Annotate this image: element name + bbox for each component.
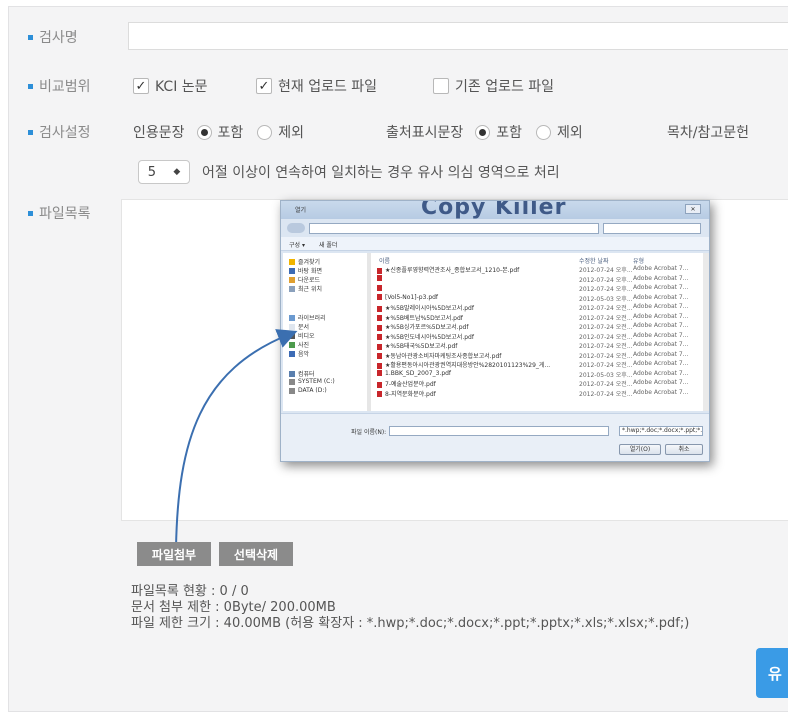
file-row: ★%5B베트남%5D보고서.pdf 2012-07-24 오전... Adobe A… (377, 313, 703, 322)
nav-item: 비디오 (289, 331, 315, 340)
file-row: 7-예술산업분야.pdf 2012-07-24 오전... Adobe Acroba… (377, 379, 703, 388)
file-list-scrollbar (703, 253, 709, 411)
document-icon (289, 323, 295, 330)
file-row: 2012-07-24 오후... Adobe Acrobat 7... (377, 275, 703, 284)
filetype-select: *.hwp;*.doc;*.docx;*.ppt;*.pptx ▾ (619, 426, 703, 436)
file-row: ★신종플루영향력연관조사_종합보고서_1210-본.pdf 2012-07-24 … (377, 265, 703, 274)
checkbox-checked-icon[interactable]: ✓ (133, 78, 149, 94)
nav-item: 최근 위치 (289, 284, 322, 293)
check-setting-label: 검사설정 (28, 122, 91, 142)
attach-file-button[interactable]: 파일첨부 (137, 542, 211, 566)
music-icon (289, 350, 295, 357)
search-box (603, 223, 701, 234)
file-row: ★활용편동아시아관광권역지대응방안%2820101123%29_게... 2012… (377, 360, 703, 369)
existing-upload-checkbox[interactable]: 기존 업로드 파일 (433, 76, 554, 96)
nav-item: 컴퓨터 (289, 369, 315, 378)
copykiller-watermark: Copy Killer (421, 200, 567, 220)
download-icon (289, 276, 295, 283)
file-row: ★%5B말레이시아%5D보고서.pdf 2012-07-24 오전... Adobe… (377, 303, 703, 312)
filename-input (389, 426, 609, 436)
check-name-label: 검사명 (28, 27, 78, 47)
submit-button[interactable]: 유 (756, 648, 788, 698)
star-icon (289, 258, 295, 265)
desktop-icon (289, 267, 295, 274)
dialog-nav-pane: 즐겨찾기 바탕 화면 다운로드 최근 위치 라이브러리 문서 비디오 사진 음악… (283, 253, 369, 411)
checkbox-unchecked-icon[interactable] (433, 78, 449, 94)
pdf-icon (377, 343, 382, 350)
address-bar (309, 223, 599, 234)
bullet-icon (28, 83, 33, 89)
dialog-file-list: 이름 수정한 날짜 유형 ★신종플루영향력연관조사_종합보고서_1210-본.p… (371, 253, 705, 411)
spinner-icon[interactable]: ◆ (173, 167, 180, 177)
bullet-icon (28, 34, 33, 40)
dialog-titlebar: 열기 Copy Killer ✕ (281, 200, 709, 220)
pdf-icon (377, 284, 382, 291)
radio-selected-icon[interactable] (475, 124, 491, 140)
drive-icon (289, 387, 295, 394)
pdf-icon (377, 353, 382, 359)
file-row: 1.BBK_SD_2007_3.pdf 2012-05-03 오후... Adobe… (377, 370, 703, 379)
nav-item: DATA (D:) (289, 387, 327, 394)
video-icon (289, 332, 295, 339)
pdf-icon (377, 362, 382, 369)
bullet-icon (28, 210, 33, 216)
pdf-icon (377, 391, 382, 397)
delete-selected-button[interactable]: 선택삭제 (219, 542, 293, 566)
compare-range-label: 비교범위 (28, 76, 91, 96)
picture-icon (289, 341, 295, 348)
sentence-rule-text: 어절 이상이 연속하여 일치하는 경우 유사 의심 영역으로 처리 (202, 165, 560, 181)
back-forward-icon (287, 223, 305, 233)
file-row: ★%5B태국%5D보고서.pdf 2012-07-24 오전... Adobe Ac… (377, 341, 703, 350)
file-list-label: 파일목록 (28, 203, 91, 223)
cancel-button: 취소 (665, 444, 703, 455)
size-limit-text: 파일 제한 크기 : 40.00MB (허용 확장자 : *.hwp;*.doc… (131, 616, 690, 631)
drive-icon (289, 378, 295, 385)
file-row: ★%5B인도네시아%5D보고서.pdf 2012-07-24 오전... Adobe… (377, 332, 703, 341)
nav-item: 문서 (289, 322, 309, 331)
close-icon: ✕ (685, 204, 701, 214)
nav-item: 사진 (289, 340, 309, 349)
pdf-icon (377, 305, 382, 312)
file-row: ★동남아관광소비자마케팅조사종합보고서.pdf 2012-07-24 오전... A… (377, 351, 703, 360)
file-row: 2012-07-24 오후... Adobe Acrobat 7... (377, 284, 703, 293)
pdf-icon (377, 315, 382, 321)
current-upload-checkbox[interactable]: ✓ 현재 업로드 파일 (256, 76, 377, 96)
citation-setting: 인용문장 포함 제외 (133, 124, 305, 141)
recent-icon (289, 285, 295, 292)
pdf-icon (377, 275, 382, 281)
pdf-icon (377, 334, 382, 340)
dialog-address-row (285, 221, 705, 235)
source-setting: 출처표시문장 포함 제외 (386, 124, 583, 141)
sentence-count-select[interactable]: 5 ◆ (138, 160, 190, 184)
pdf-icon (377, 381, 382, 388)
pdf-icon (377, 370, 382, 376)
library-icon (289, 314, 295, 321)
dialog-footer: 파일 이름(N): *.hwp;*.doc;*.docx;*.ppt;*.ppt… (281, 413, 709, 461)
pdf-icon (377, 267, 382, 274)
radio-unselected-icon[interactable] (257, 124, 273, 140)
pdf-icon (377, 294, 382, 300)
radio-selected-icon[interactable] (196, 124, 212, 140)
nav-item: 바탕 화면 (289, 266, 322, 275)
nav-item: SYSTEM (C:) (289, 378, 335, 385)
radio-unselected-icon[interactable] (536, 124, 552, 140)
file-open-dialog-image: 열기 Copy Killer ✕ 구성 ▾ 새 폴더 즐겨찾기 바탕 화면 다운… (280, 200, 710, 462)
checkbox-checked-icon[interactable]: ✓ (256, 78, 272, 94)
computer-icon (289, 370, 295, 377)
file-row: [Vol5-No1]-p3.pdf 2012-05-03 오후... Adobe A… (377, 294, 703, 303)
file-row: ★%5B싱가포르%5D보고서.pdf 2012-07-24 오전... Adobe … (377, 322, 703, 331)
toc-setting-label: 목차/참고문헌 (667, 125, 749, 141)
file-row: 8-지역문화분야.pdf 2012-07-24 오전... Adobe Acroba… (377, 389, 703, 398)
bullet-icon (28, 129, 33, 135)
dialog-toolbar: 구성 ▾ 새 폴더 (281, 237, 709, 251)
pdf-icon (377, 324, 382, 331)
check-name-input[interactable] (128, 22, 788, 50)
nav-item: 다운로드 (289, 275, 320, 284)
open-button: 열기(O) (619, 444, 661, 455)
kci-checkbox[interactable]: ✓ KCI 논문 (133, 76, 208, 96)
nav-item: 라이브러리 (289, 313, 326, 322)
nav-item: 음악 (289, 349, 309, 358)
nav-item: 즐겨찾기 (289, 257, 320, 266)
